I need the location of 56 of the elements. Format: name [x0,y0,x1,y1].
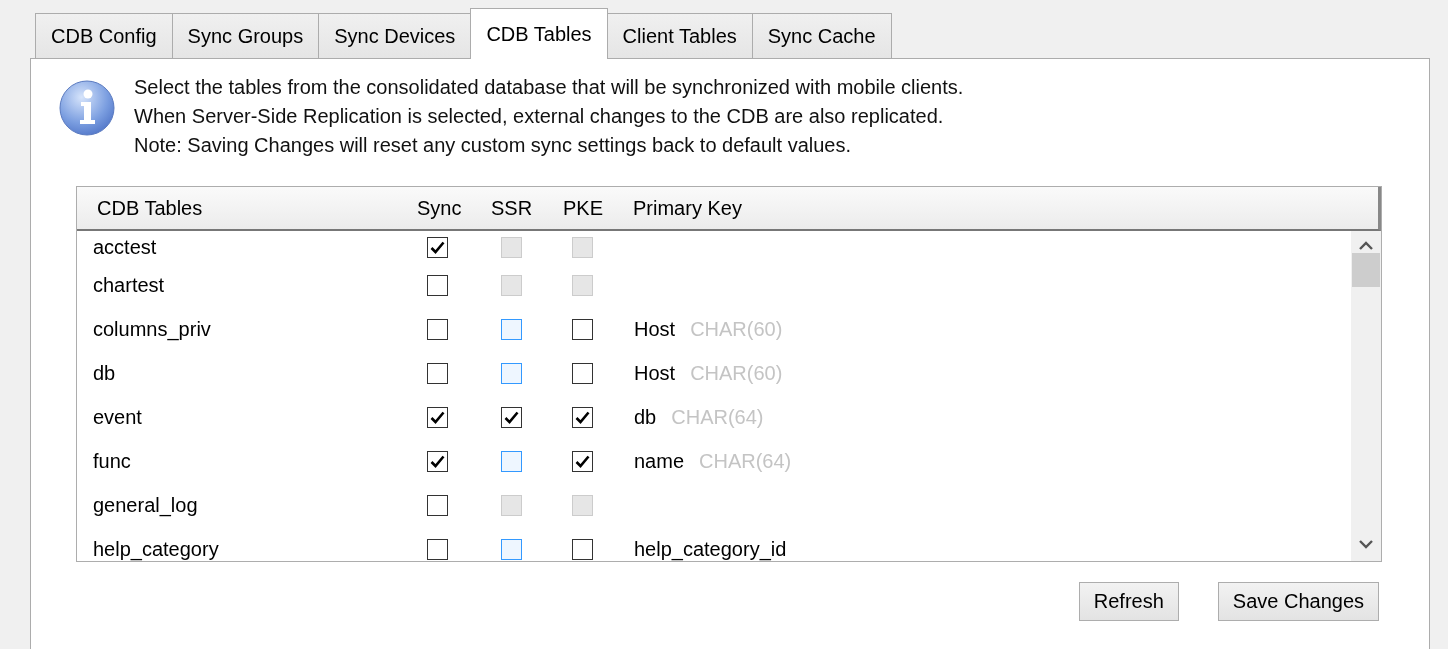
checkbox[interactable] [427,236,448,258]
action-button[interactable]: Refresh [1078,582,1179,621]
action-button[interactable]: Save Changes [1217,582,1379,621]
primary-key: help_category_id [634,537,787,561]
info-text: Select the tables from the consolidated database that will be synchronized with mobile clients. [134,75,964,100]
checkbox[interactable] [572,450,593,472]
primary-key: name [634,449,685,473]
checkbox[interactable] [501,318,522,340]
table-name[interactable]: event [93,405,427,429]
tab[interactable]: Sync Cache [751,13,892,58]
checkbox[interactable] [572,318,593,340]
checkbox[interactable] [572,406,593,428]
table-name[interactable]: chartest [93,273,427,297]
primary-key: Host [634,361,676,385]
scroll-up-icon[interactable] [1359,241,1373,251]
checkbox[interactable] [501,406,522,428]
checkbox[interactable] [427,538,448,560]
scrollbar[interactable] [1351,231,1381,561]
table-name[interactable]: columns_priv [93,317,427,341]
primary-key: db [634,405,657,429]
scrollbar-thumb[interactable] [1352,253,1380,287]
checkbox[interactable] [501,362,522,384]
checkbox[interactable] [501,538,522,560]
info-icon [58,79,116,137]
info-text: When Server-Side Replication is selected, external changes to the CDB are also replicated. [134,104,945,129]
checkbox[interactable] [572,538,593,560]
tab[interactable]: Sync Devices [318,13,472,58]
checkbox[interactable] [427,450,448,472]
tab[interactable]: CDB Tables [470,8,608,59]
key-type: CHAR(64) [699,449,792,473]
tab[interactable]: Sync Groups [171,13,320,58]
checkbox[interactable] [427,318,448,340]
scroll-down-icon[interactable] [1359,539,1373,549]
column-header[interactable]: Primary Key [633,196,742,220]
info-text: Note: Saving Changes will reset any custom sync settings back to default values. [134,133,853,158]
table-name[interactable]: general_log [93,493,427,517]
checkbox[interactable] [427,406,448,428]
key-type: CHAR(60) [690,361,783,385]
table-name[interactable]: help_category [93,537,427,561]
column-header[interactable]: PKE [563,196,604,220]
column-header[interactable]: SSR [491,196,533,220]
key-type: CHAR(64) [671,405,764,429]
table-name[interactable]: acctest [93,235,427,259]
table-name[interactable]: func [93,449,427,473]
key-type: CHAR(60) [690,317,783,341]
table-name[interactable]: db [93,361,427,385]
column-header[interactable]: CDB Tables [97,196,203,220]
checkbox[interactable] [572,362,593,384]
tab[interactable]: CDB Config [35,13,173,58]
checkbox[interactable] [427,362,448,384]
checkbox[interactable] [501,450,522,472]
checkbox[interactable] [427,494,448,516]
checkbox[interactable] [427,274,448,296]
primary-key: Host [634,317,676,341]
tab[interactable]: Client Tables [606,13,753,58]
column-header[interactable]: Sync [417,196,462,220]
